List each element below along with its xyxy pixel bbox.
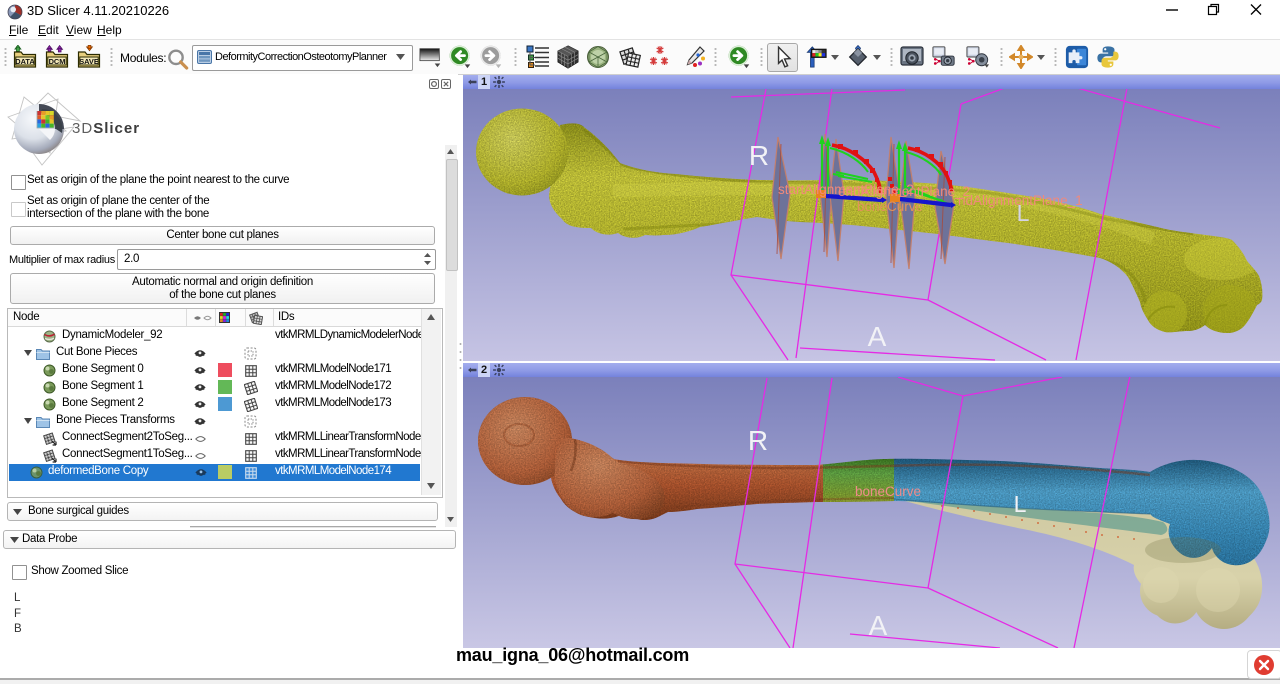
- svg-text:SAVE: SAVE: [79, 57, 99, 66]
- svg-text:R: R: [749, 140, 769, 171]
- svg-text:boneCurve: boneCurve: [855, 484, 921, 499]
- svg-text:A: A: [869, 610, 888, 641]
- svg-text:DATA: DATA: [15, 57, 35, 66]
- svg-text:boneCurve: boneCurve: [857, 199, 923, 214]
- svg-text:3DSlicer: 3DSlicer: [72, 120, 140, 137]
- svg-text:L: L: [1017, 200, 1030, 226]
- svg-text:R: R: [748, 425, 768, 456]
- svg-text:endAlignmentPlane_2: endAlignmentPlane_2: [838, 184, 970, 199]
- svg-text:DCM: DCM: [49, 57, 66, 66]
- svg-text:L: L: [1014, 491, 1027, 517]
- svg-text:A: A: [868, 321, 887, 352]
